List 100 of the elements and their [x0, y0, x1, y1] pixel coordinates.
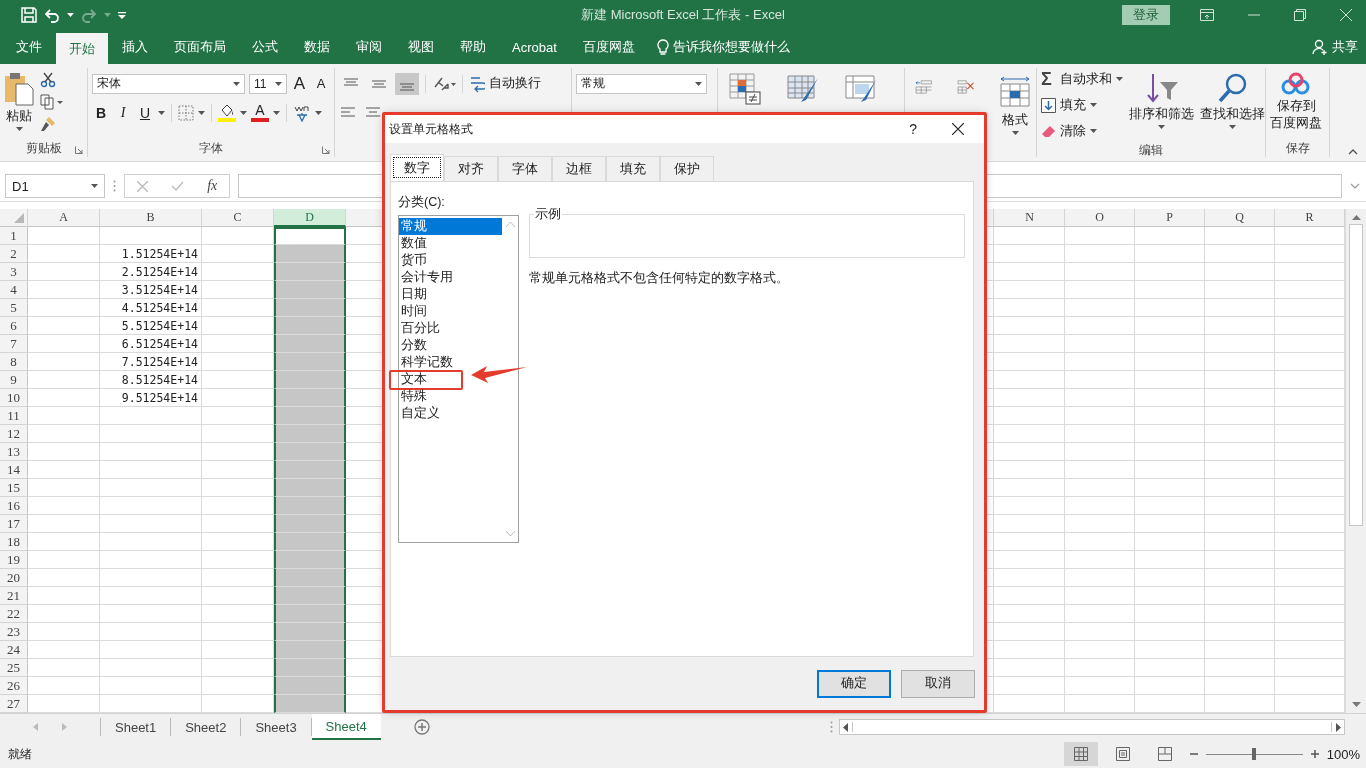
selected-cell[interactable]	[274, 425, 346, 443]
grow-font-button[interactable]: A	[290, 73, 309, 94]
ribbon-tab[interactable]: 审阅	[344, 30, 394, 64]
ribbon-display-icon[interactable]	[1200, 9, 1214, 21]
table-cell[interactable]	[28, 245, 100, 263]
row-header[interactable]: 10	[0, 389, 28, 407]
dialog-tab[interactable]: 保护	[660, 156, 714, 181]
row-header[interactable]: 23	[0, 623, 28, 641]
table-cell[interactable]	[1205, 641, 1275, 659]
table-cell[interactable]	[1135, 533, 1205, 551]
table-cell[interactable]	[1135, 641, 1205, 659]
column-header[interactable]: B	[100, 209, 202, 227]
table-cell[interactable]	[995, 263, 1065, 281]
table-cell[interactable]	[995, 353, 1065, 371]
table-cell[interactable]	[995, 605, 1065, 623]
table-cell[interactable]	[1135, 407, 1205, 425]
ribbon-tab[interactable]: 公式	[240, 30, 290, 64]
scroll-right-icon[interactable]	[1336, 722, 1341, 732]
table-cell[interactable]	[28, 353, 100, 371]
dialog-tab[interactable]: 边框	[552, 156, 606, 181]
table-cell[interactable]	[1065, 425, 1135, 443]
zoom-in-icon[interactable]	[1310, 750, 1319, 758]
row-header[interactable]: 21	[0, 587, 28, 605]
eraser-icon[interactable]	[1041, 124, 1056, 138]
table-cell[interactable]	[1065, 371, 1135, 389]
table-cell[interactable]	[1205, 605, 1275, 623]
table-cell[interactable]	[1205, 569, 1275, 587]
caret-icon[interactable]	[232, 81, 240, 86]
launcher-icon[interactable]	[75, 146, 83, 154]
table-cell[interactable]	[28, 281, 100, 299]
align-icon[interactable]	[395, 72, 419, 95]
select-all-icon[interactable]	[14, 213, 24, 223]
table-cell[interactable]	[995, 641, 1065, 659]
table-cell[interactable]	[995, 407, 1065, 425]
sheet-tab[interactable]: Sheet2	[171, 718, 242, 736]
table-cell[interactable]	[1065, 407, 1135, 425]
table-cell[interactable]	[1205, 371, 1275, 389]
table-cell[interactable]	[995, 227, 1065, 245]
paste-icon[interactable]	[4, 72, 34, 106]
fill-button[interactable]: 填充	[1060, 96, 1086, 114]
collapse-ribbon-icon[interactable]	[1348, 149, 1358, 155]
selected-cell[interactable]	[274, 659, 346, 677]
table-cell[interactable]	[1135, 335, 1205, 353]
selected-cell[interactable]	[274, 299, 346, 317]
table-cell[interactable]	[28, 389, 100, 407]
selected-cell[interactable]	[274, 695, 346, 713]
selected-cell[interactable]	[274, 245, 346, 263]
sign-in-button[interactable]: 登录	[1122, 5, 1170, 25]
column-header[interactable]: D	[274, 209, 346, 227]
table-cell[interactable]	[28, 443, 100, 461]
table-cell[interactable]	[100, 569, 202, 587]
table-cell[interactable]	[28, 569, 100, 587]
sort-filter-button[interactable]: 排序和筛选	[1129, 106, 1194, 123]
zoom-level[interactable]: 100%	[1326, 746, 1360, 762]
caret-icon[interactable]	[158, 110, 165, 115]
number-format-dropdown[interactable]: 常规	[576, 73, 707, 94]
selected-cell[interactable]	[274, 479, 346, 497]
table-cell[interactable]	[100, 551, 202, 569]
sheet-tab[interactable]: Sheet1	[101, 718, 172, 736]
selected-cell[interactable]	[274, 605, 346, 623]
list-item[interactable]: 货币	[399, 252, 427, 269]
selected-cell[interactable]	[274, 587, 346, 605]
caret-icon[interactable]	[315, 110, 322, 115]
page-break-icon[interactable]	[1157, 747, 1172, 761]
table-cell[interactable]	[1205, 425, 1275, 443]
zoom-slider-thumb[interactable]	[1252, 747, 1257, 760]
active-cell[interactable]	[274, 227, 346, 245]
table-cell[interactable]	[1065, 335, 1135, 353]
table-cell[interactable]	[995, 533, 1065, 551]
table-cell[interactable]	[28, 551, 100, 569]
dialog-tab[interactable]: 填充	[606, 156, 660, 181]
table-cell[interactable]	[1205, 623, 1275, 641]
table-cell[interactable]	[995, 515, 1065, 533]
table-cell[interactable]	[28, 299, 100, 317]
selected-cell[interactable]	[274, 623, 346, 641]
underline-button[interactable]: U	[136, 104, 154, 121]
table-cell[interactable]	[1135, 677, 1205, 695]
caret-icon[interactable]	[274, 81, 282, 86]
table-cell[interactable]	[28, 479, 100, 497]
caret-icon[interactable]	[198, 110, 205, 115]
table-cell[interactable]	[1135, 245, 1205, 263]
table-cell[interactable]	[1205, 299, 1275, 317]
view-button[interactable]	[1063, 742, 1098, 766]
table-cell[interactable]	[1065, 605, 1135, 623]
table-cell[interactable]	[100, 497, 202, 515]
add-sheet-icon[interactable]	[413, 719, 430, 735]
table-cell[interactable]	[995, 245, 1065, 263]
table-cell[interactable]	[1205, 281, 1275, 299]
close-icon[interactable]	[952, 123, 964, 135]
table-cell[interactable]	[28, 623, 100, 641]
caret-icon[interactable]	[1090, 129, 1097, 133]
table-cell[interactable]	[995, 299, 1065, 317]
column-header[interactable]: P	[1135, 209, 1205, 227]
table-cell[interactable]	[1205, 407, 1275, 425]
row-header[interactable]: 13	[0, 443, 28, 461]
table-cell[interactable]	[1065, 569, 1135, 587]
ribbon-tab[interactable]: 数据	[292, 30, 342, 64]
table-cell[interactable]	[1135, 659, 1205, 677]
table-cell[interactable]	[1065, 281, 1135, 299]
scroll-up-icon[interactable]	[1351, 215, 1361, 220]
